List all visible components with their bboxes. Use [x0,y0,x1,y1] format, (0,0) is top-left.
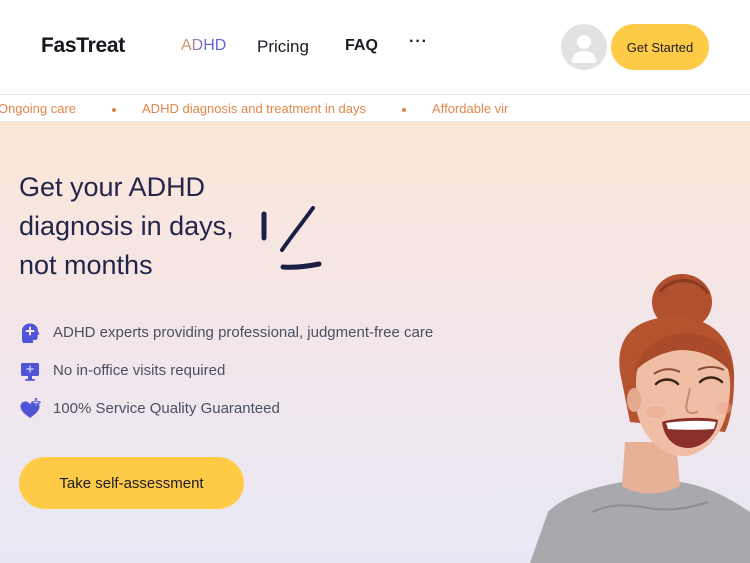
hero-title-line: diagnosis in days, [19,211,234,241]
ticker-item: nal Ongoing care [0,101,77,116]
heart-plus-icon [20,398,41,418]
site-header: FasTreat ADHD Pricing FAQ ··· Get Starte… [0,0,750,94]
feature-text: 100% Service Quality Guaranteed [53,400,280,417]
ticker-item: ADHD diagnosis and treatment in days [142,101,367,116]
announcement-ticker: nal Ongoing care ADHD diagnosis and treat… [0,94,750,122]
scribble-decoration-icon [261,206,322,270]
ticker-dot [402,107,407,112]
woman-portrait-image [530,274,750,563]
monitor-icon [21,363,39,381]
head-plus-icon [22,323,40,343]
feature-text: No in-office visits required [53,362,226,379]
hero-section: Get your ADHD diagnosis in days, not mon… [0,122,750,563]
logo[interactable]: FasTreat [41,34,125,58]
ticker-item: Affordable vir [432,101,509,116]
nav-link-adhd[interactable]: ADHD [181,37,226,55]
nav-link-pricing[interactable]: Pricing [257,37,309,57]
avatar-body [572,51,596,63]
user-avatar-icon[interactable] [561,24,607,70]
feature-text: ADHD experts providing professional, jud… [53,324,434,341]
nav-more-menu[interactable]: ··· [409,33,428,51]
nav-link-faq[interactable]: FAQ [345,37,378,55]
get-started-button[interactable]: Get Started [611,24,709,70]
hero-title-line: Get your ADHD [19,172,206,202]
ticker-dot [112,107,117,112]
hero-title: Get your ADHD diagnosis in days, not mon… [19,168,279,285]
ticker-track: nal Ongoing care ADHD diagnosis and treat… [0,101,508,116]
take-self-assessment-button[interactable]: Take self-assessment [19,457,244,509]
avatar-head [577,35,591,49]
hero-title-line: not months [19,250,153,280]
